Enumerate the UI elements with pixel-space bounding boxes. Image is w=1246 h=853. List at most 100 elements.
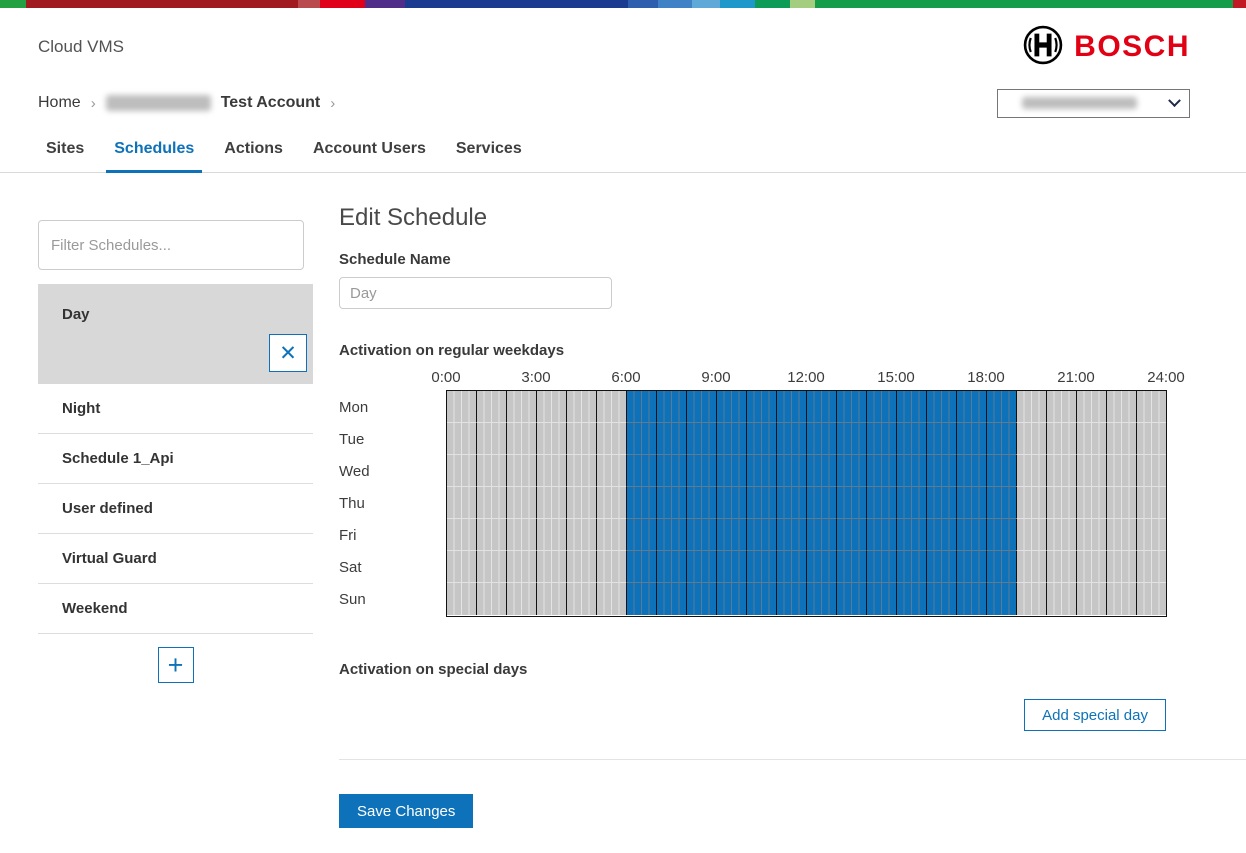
schedule-name-input[interactable] bbox=[339, 277, 612, 309]
hour-cell-fri-15[interactable] bbox=[896, 519, 926, 551]
hour-cell-tue-3[interactable] bbox=[536, 423, 566, 455]
hour-cell-wed-2[interactable] bbox=[506, 455, 536, 487]
hour-cell-thu-5[interactable] bbox=[596, 487, 626, 519]
hour-cell-mon-1[interactable] bbox=[476, 391, 506, 423]
hour-cell-mon-14[interactable] bbox=[866, 391, 896, 423]
hour-cell-sat-9[interactable] bbox=[716, 551, 746, 583]
tab-actions[interactable]: Actions bbox=[216, 132, 291, 173]
hour-cell-sat-13[interactable] bbox=[836, 551, 866, 583]
tab-sites[interactable]: Sites bbox=[38, 132, 92, 173]
hour-cell-mon-22[interactable] bbox=[1106, 391, 1136, 423]
hour-cell-fri-5[interactable] bbox=[596, 519, 626, 551]
hour-cell-sun-8[interactable] bbox=[686, 583, 716, 615]
hour-cell-mon-23[interactable] bbox=[1136, 391, 1166, 423]
hour-cell-fri-14[interactable] bbox=[866, 519, 896, 551]
hour-cell-mon-9[interactable] bbox=[716, 391, 746, 423]
hour-cell-sun-3[interactable] bbox=[536, 583, 566, 615]
hour-cell-fri-12[interactable] bbox=[806, 519, 836, 551]
schedule-row-fri[interactable] bbox=[447, 519, 1166, 551]
hour-cell-tue-15[interactable] bbox=[896, 423, 926, 455]
hour-cell-sat-1[interactable] bbox=[476, 551, 506, 583]
hour-cell-tue-7[interactable] bbox=[656, 423, 686, 455]
hour-cell-sun-19[interactable] bbox=[1016, 583, 1046, 615]
hour-cell-fri-16[interactable] bbox=[926, 519, 956, 551]
hour-cell-tue-20[interactable] bbox=[1046, 423, 1076, 455]
breadcrumb-home-link[interactable]: Home bbox=[38, 94, 81, 112]
hour-cell-thu-20[interactable] bbox=[1046, 487, 1076, 519]
hour-cell-sat-19[interactable] bbox=[1016, 551, 1046, 583]
hour-cell-wed-21[interactable] bbox=[1076, 455, 1106, 487]
hour-cell-mon-19[interactable] bbox=[1016, 391, 1046, 423]
hour-cell-wed-18[interactable] bbox=[986, 455, 1016, 487]
hour-cell-mon-8[interactable] bbox=[686, 391, 716, 423]
hour-cell-thu-2[interactable] bbox=[506, 487, 536, 519]
hour-cell-sat-20[interactable] bbox=[1046, 551, 1076, 583]
hour-cell-mon-6[interactable] bbox=[626, 391, 656, 423]
hour-cell-sun-6[interactable] bbox=[626, 583, 656, 615]
hour-cell-thu-9[interactable] bbox=[716, 487, 746, 519]
hour-cell-wed-23[interactable] bbox=[1136, 455, 1166, 487]
hour-cell-wed-4[interactable] bbox=[566, 455, 596, 487]
hour-cell-sun-20[interactable] bbox=[1046, 583, 1076, 615]
hour-cell-sun-9[interactable] bbox=[716, 583, 746, 615]
hour-cell-thu-22[interactable] bbox=[1106, 487, 1136, 519]
hour-cell-thu-19[interactable] bbox=[1016, 487, 1046, 519]
hour-cell-sun-5[interactable] bbox=[596, 583, 626, 615]
hour-cell-thu-16[interactable] bbox=[926, 487, 956, 519]
hour-cell-tue-0[interactable] bbox=[447, 423, 476, 455]
hour-cell-sun-0[interactable] bbox=[447, 583, 476, 615]
hour-cell-thu-7[interactable] bbox=[656, 487, 686, 519]
hour-cell-wed-20[interactable] bbox=[1046, 455, 1076, 487]
hour-cell-tue-14[interactable] bbox=[866, 423, 896, 455]
hour-cell-sun-15[interactable] bbox=[896, 583, 926, 615]
hour-cell-mon-11[interactable] bbox=[776, 391, 806, 423]
hour-cell-sat-2[interactable] bbox=[506, 551, 536, 583]
hour-cell-wed-7[interactable] bbox=[656, 455, 686, 487]
hour-cell-thu-12[interactable] bbox=[806, 487, 836, 519]
hour-cell-thu-8[interactable] bbox=[686, 487, 716, 519]
hour-cell-fri-20[interactable] bbox=[1046, 519, 1076, 551]
hour-cell-sun-1[interactable] bbox=[476, 583, 506, 615]
hour-cell-wed-6[interactable] bbox=[626, 455, 656, 487]
hour-cell-fri-4[interactable] bbox=[566, 519, 596, 551]
hour-cell-fri-23[interactable] bbox=[1136, 519, 1166, 551]
hour-cell-sat-23[interactable] bbox=[1136, 551, 1166, 583]
hour-cell-wed-0[interactable] bbox=[447, 455, 476, 487]
tab-account-users[interactable]: Account Users bbox=[305, 132, 434, 173]
hour-cell-thu-18[interactable] bbox=[986, 487, 1016, 519]
hour-cell-sun-23[interactable] bbox=[1136, 583, 1166, 615]
hour-cell-thu-6[interactable] bbox=[626, 487, 656, 519]
hour-cell-tue-11[interactable] bbox=[776, 423, 806, 455]
hour-cell-wed-8[interactable] bbox=[686, 455, 716, 487]
hour-cell-wed-11[interactable] bbox=[776, 455, 806, 487]
hour-cell-thu-10[interactable] bbox=[746, 487, 776, 519]
hour-cell-wed-15[interactable] bbox=[896, 455, 926, 487]
hour-cell-sat-0[interactable] bbox=[447, 551, 476, 583]
schedule-row-wed[interactable] bbox=[447, 455, 1166, 487]
hour-cell-mon-5[interactable] bbox=[596, 391, 626, 423]
hour-cell-sat-21[interactable] bbox=[1076, 551, 1106, 583]
hour-cell-tue-17[interactable] bbox=[956, 423, 986, 455]
hour-cell-mon-21[interactable] bbox=[1076, 391, 1106, 423]
hour-cell-thu-14[interactable] bbox=[866, 487, 896, 519]
hour-cell-sat-8[interactable] bbox=[686, 551, 716, 583]
hour-cell-mon-2[interactable] bbox=[506, 391, 536, 423]
schedule-item-user-defined[interactable]: User defined bbox=[38, 484, 313, 534]
hour-cell-tue-2[interactable] bbox=[506, 423, 536, 455]
schedule-item-weekend[interactable]: Weekend bbox=[38, 584, 313, 634]
hour-cell-wed-16[interactable] bbox=[926, 455, 956, 487]
hour-cell-mon-15[interactable] bbox=[896, 391, 926, 423]
filter-schedules-input[interactable] bbox=[38, 220, 304, 270]
hour-cell-mon-20[interactable] bbox=[1046, 391, 1076, 423]
schedule-row-mon[interactable] bbox=[447, 391, 1166, 423]
hour-cell-fri-11[interactable] bbox=[776, 519, 806, 551]
hour-cell-sun-4[interactable] bbox=[566, 583, 596, 615]
hour-cell-fri-8[interactable] bbox=[686, 519, 716, 551]
schedule-item-virtual-guard[interactable]: Virtual Guard bbox=[38, 534, 313, 584]
hour-cell-wed-10[interactable] bbox=[746, 455, 776, 487]
hour-cell-mon-0[interactable] bbox=[447, 391, 476, 423]
schedule-row-sun[interactable] bbox=[447, 583, 1166, 615]
hour-cell-tue-16[interactable] bbox=[926, 423, 956, 455]
hour-cell-sat-11[interactable] bbox=[776, 551, 806, 583]
hour-cell-wed-13[interactable] bbox=[836, 455, 866, 487]
